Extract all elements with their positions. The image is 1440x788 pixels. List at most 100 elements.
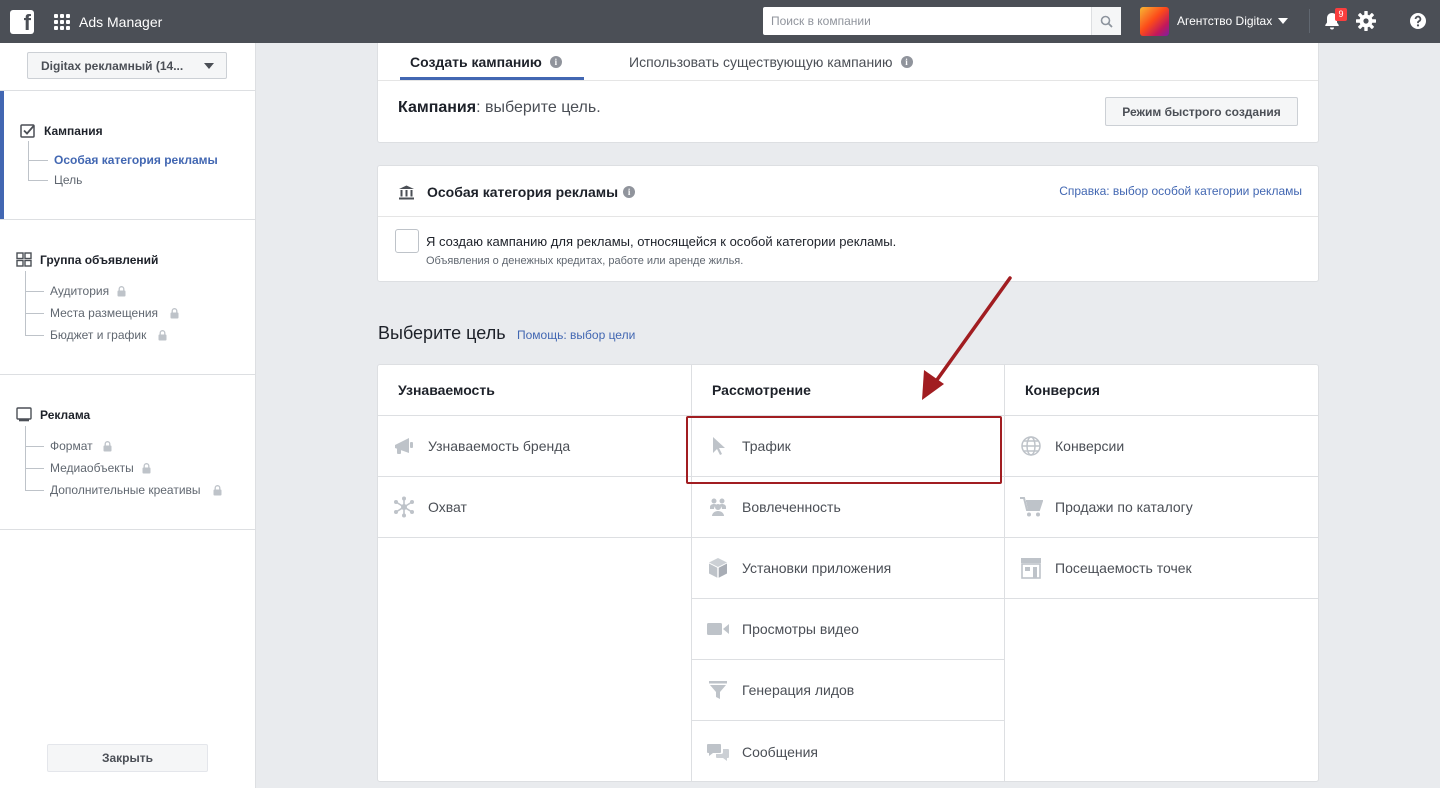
left-sidebar: Digitax рекламный (14... Кампания Особая… [0, 43, 256, 788]
sidebar-divider [0, 374, 255, 375]
funnel-icon [706, 678, 730, 702]
sidebar-item-audience: Аудитория [50, 284, 126, 298]
sidebar-divider [0, 529, 255, 530]
store-icon [1019, 556, 1043, 580]
tree-line [28, 141, 29, 181]
sidebar-divider [0, 219, 255, 220]
sidebar-section-campaign[interactable]: Кампания [20, 123, 103, 138]
account-name: Агентство Digitax [1177, 14, 1273, 28]
objective-traffic[interactable]: Трафик [692, 416, 1004, 477]
objective-messages[interactable]: Сообщения [692, 721, 1004, 782]
checkbox-checked-icon [20, 124, 35, 138]
notifications-badge: 9 [1335, 8, 1347, 21]
video-camera-icon [706, 617, 730, 641]
chevron-down-icon [204, 63, 214, 69]
sidebar-active-indicator [0, 91, 4, 219]
lock-icon [117, 285, 126, 296]
checkbox-label[interactable]: Я создаю кампанию для рекламы, относящей… [426, 234, 896, 249]
app-title[interactable]: Ads Manager [79, 14, 162, 30]
lock-icon [158, 329, 167, 340]
people-icon [706, 495, 730, 519]
tree-line [25, 313, 44, 314]
column-heading: Конверсия [1005, 365, 1318, 416]
globe-icon [1019, 434, 1043, 458]
ad-account-select-label: Digitax рекламный (14... [41, 58, 184, 73]
objective-video-views[interactable]: Просмотры видео [692, 599, 1004, 660]
column-heading: Узнаваемость [378, 365, 691, 416]
topbar-divider [1309, 9, 1310, 33]
checkbox-description: Объявления о денежных кредитах, работе и… [426, 255, 744, 267]
choose-goal-title: Выберите цель [378, 323, 506, 343]
objective-reach[interactable]: Охват [378, 477, 691, 538]
sidebar-divider [0, 90, 255, 91]
tree-line [28, 180, 48, 181]
divider [378, 80, 1318, 81]
tab-use-existing-campaign[interactable]: Использовать существующую кампанию i [629, 43, 913, 81]
campaign-tabs-card: Создать кампанию i Использовать существу… [377, 43, 1319, 143]
info-icon[interactable]: i [900, 56, 913, 68]
tree-line [25, 490, 44, 491]
tree-line [25, 446, 44, 447]
objective-app-installs[interactable]: Установки приложения [692, 538, 1004, 599]
tree-line [25, 291, 44, 292]
objective-catalog-sales[interactable]: Продажи по каталогу [1005, 477, 1318, 538]
search-input[interactable] [763, 7, 1091, 35]
special-category-checkbox[interactable] [395, 229, 419, 253]
objective-conversions[interactable]: Конверсии [1005, 416, 1318, 477]
tree-line [28, 160, 48, 161]
cursor-icon [706, 434, 730, 458]
sidebar-section-ad[interactable]: Реклама [16, 407, 90, 422]
search-icon [1100, 15, 1113, 28]
objective-store-traffic[interactable]: Посещаемость точек [1005, 538, 1318, 599]
quick-create-button[interactable]: Режим быстрого создания [1105, 97, 1298, 126]
megaphone-icon [392, 434, 416, 458]
sidebar-item-placements: Места размещения [50, 306, 179, 320]
sidebar-item-special-category[interactable]: Особая категория рекламы [54, 153, 218, 167]
gear-icon[interactable] [1355, 10, 1377, 35]
conversion-column: Конверсия Конверсии Продажи по каталогу … [1005, 365, 1318, 781]
lock-icon [103, 440, 112, 451]
tab-create-campaign[interactable]: Создать кампанию i [410, 43, 562, 81]
special-category-card: Особая категория рекламы i Справка: выбо… [377, 165, 1319, 282]
campaign-objective-prompt: Кампания: выберите цель. [398, 99, 601, 116]
info-icon[interactable]: i [623, 186, 636, 198]
consideration-column: Рассмотрение Трафик Вовлеченность Устано… [691, 365, 1005, 781]
lock-icon [142, 462, 151, 473]
close-button[interactable]: Закрыть [47, 744, 208, 772]
account-avatar [1140, 6, 1169, 36]
sidebar-item-media: Медиаобъекты [50, 461, 151, 475]
sidebar-item-extra-creatives: Дополнительные креативы [50, 483, 222, 497]
sidebar-item-format: Формат [50, 439, 112, 453]
objectives-grid: Узнаваемость Узнаваемость бренда Охват Р… [377, 364, 1319, 782]
column-heading: Рассмотрение [692, 365, 1004, 416]
objective-engagement[interactable]: Вовлеченность [692, 477, 1004, 538]
divider [378, 216, 1318, 217]
lock-icon [170, 307, 179, 318]
ad-screen-icon [16, 407, 32, 422]
awareness-column: Узнаваемость Узнаваемость бренда Охват [378, 365, 691, 781]
grid-icon [16, 252, 32, 267]
search-button[interactable] [1091, 7, 1121, 35]
info-icon[interactable]: i [549, 56, 562, 68]
chat-bubbles-icon [706, 740, 730, 764]
help-icon[interactable] [1409, 12, 1427, 33]
facebook-logo-icon[interactable]: f [10, 9, 34, 35]
lock-icon [213, 484, 222, 495]
reach-icon [392, 495, 416, 519]
account-switcher[interactable]: Агентство Digitax [1140, 6, 1289, 36]
choose-goal-help-link[interactable]: Помощь: выбор цели [517, 328, 635, 342]
sidebar-section-adset[interactable]: Группа объявлений [16, 252, 158, 267]
objective-lead-generation[interactable]: Генерация лидов [692, 660, 1004, 721]
tree-line [25, 426, 26, 490]
apps-grid-icon[interactable] [54, 13, 70, 30]
ad-account-select[interactable]: Digitax рекламный (14... [27, 52, 227, 79]
special-category-help-link[interactable]: Справка: выбор особой категории рекламы [1059, 184, 1302, 198]
bank-icon [399, 185, 414, 199]
chevron-down-icon [1278, 18, 1289, 24]
special-category-heading: Особая категория рекламы i [398, 184, 636, 200]
objective-brand-awareness[interactable]: Узнаваемость бренда [378, 416, 691, 477]
sidebar-item-budget-schedule: Бюджет и график [50, 328, 167, 342]
sidebar-item-goal[interactable]: Цель [54, 173, 82, 187]
tree-line [25, 468, 44, 469]
search-box [763, 7, 1121, 35]
